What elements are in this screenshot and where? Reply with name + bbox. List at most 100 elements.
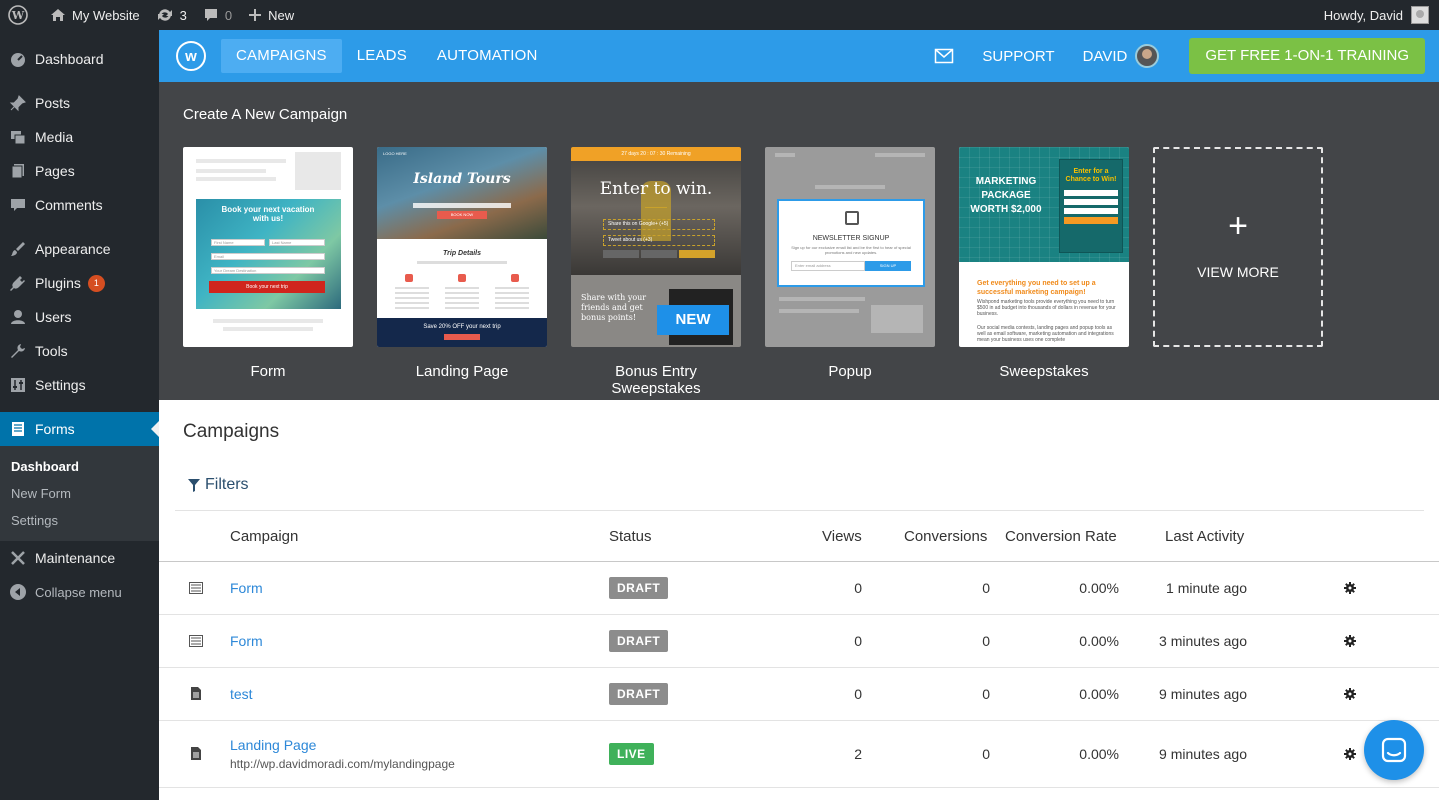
gear-icon[interactable] xyxy=(1344,635,1356,647)
campaign-name-link[interactable]: Landing Page xyxy=(230,737,316,753)
sidebar-item-label: Appearance xyxy=(35,241,111,257)
column-header-status[interactable]: Status xyxy=(609,528,652,545)
column-header-conversion-rate[interactable]: Conversion Rate xyxy=(1005,528,1117,545)
view-more-templates-button[interactable]: + VIEW MORE xyxy=(1153,147,1323,347)
monitor-icon xyxy=(845,211,859,225)
thumb-text: 27 days 20 : 07 : 30 Remaining xyxy=(571,147,741,161)
support-link[interactable]: SUPPORT xyxy=(982,48,1054,65)
thumb-text: Get everything you need to set up a succ… xyxy=(977,280,1096,296)
sidebar-item-label: Dashboard xyxy=(35,51,104,67)
sidebar-item-posts[interactable]: Posts xyxy=(0,86,159,120)
campaign-name-link[interactable]: Form xyxy=(230,633,263,649)
chat-launcher-button[interactable] xyxy=(1364,720,1424,780)
submenu-item-new-form[interactable]: New Form xyxy=(0,481,159,508)
create-campaign-panel: Create A New Campaign Book your next vac… xyxy=(159,82,1439,400)
last-activity-value: 3 minutes ago xyxy=(1159,633,1247,649)
comment-icon xyxy=(8,195,28,215)
thumb-text: Wishpond marketing tools provide everyth… xyxy=(977,299,1116,317)
wordpress-icon: W xyxy=(8,5,28,25)
user-menu[interactable]: DAVID xyxy=(1083,44,1160,68)
template-bonus-entry-sweepstakes[interactable]: 27 days 20 : 07 : 30 Remaining Enter to … xyxy=(571,147,741,397)
filter-icon xyxy=(188,478,200,492)
template-sweepstakes[interactable]: MARKETING PACKAGE WORTH $2,000 Enter for… xyxy=(959,147,1129,380)
tab-campaigns[interactable]: CAMPAIGNS xyxy=(221,39,342,73)
thumb-text: Enter email address xyxy=(791,261,865,271)
sidebar-item-maintenance[interactable]: Maintenance xyxy=(0,541,159,575)
sidebar-item-pages[interactable]: Pages xyxy=(0,154,159,188)
view-more-label: VIEW MORE xyxy=(1197,264,1279,280)
template-form[interactable]: Book your next vacation with us! First N… xyxy=(183,147,353,380)
plugin-logo[interactable]: w xyxy=(176,41,206,71)
account-menu[interactable]: Howdy, David xyxy=(1324,6,1439,24)
column-header-campaign[interactable]: Campaign xyxy=(230,528,298,545)
mail-button[interactable] xyxy=(934,48,954,64)
sidebar-item-label: Settings xyxy=(35,377,86,393)
site-name: My Website xyxy=(72,7,140,23)
thumb-text: Tweet about us (+3) xyxy=(603,235,715,246)
sidebar-item-settings[interactable]: Settings xyxy=(0,368,159,402)
user-icon xyxy=(8,307,28,327)
wordpress-logo-button[interactable]: W xyxy=(0,0,42,30)
sidebar-item-dashboard[interactable]: Dashboard xyxy=(0,42,159,76)
gear-icon[interactable] xyxy=(1344,582,1356,594)
gear-icon[interactable] xyxy=(1344,688,1356,700)
sidebar-item-label: Pages xyxy=(35,163,75,179)
tab-leads[interactable]: LEADS xyxy=(342,39,422,73)
column-header-last-activity[interactable]: Last Activity xyxy=(1165,528,1244,545)
submenu-item-dashboard[interactable]: Dashboard xyxy=(0,454,159,481)
status-badge: DRAFT xyxy=(609,683,669,705)
free-training-button[interactable]: GET FREE 1-ON-1 TRAINING xyxy=(1189,38,1425,74)
plus-icon: + xyxy=(1228,207,1248,245)
template-popup[interactable]: NEWSLETTER SIGNUP Sign up for our exclus… xyxy=(765,147,935,380)
conversions-value: 0 xyxy=(982,746,990,762)
sidebar-item-label: Forms xyxy=(35,421,75,437)
campaign-name-link[interactable]: test xyxy=(230,686,253,702)
sidebar-item-plugins[interactable]: Plugins 1 xyxy=(0,266,159,300)
collapse-menu-button[interactable]: Collapse menu xyxy=(0,575,159,609)
wp-admin-sidebar: Dashboard Posts Media Pages Comments App… xyxy=(0,30,159,800)
sidebar-item-users[interactable]: Users xyxy=(0,300,159,334)
sidebar-item-tools[interactable]: Tools xyxy=(0,334,159,368)
sliders-icon xyxy=(8,375,28,395)
pages-icon xyxy=(8,161,28,181)
plugin-top-nav: w CAMPAIGNS LEADS AUTOMATION SUPPORT DAV… xyxy=(159,30,1439,82)
sidebar-item-label: Plugins xyxy=(35,275,81,291)
template-landing-page[interactable]: LOGO HERE Island Tours BOOK NOW Trip Det… xyxy=(377,147,547,380)
template-label: Form xyxy=(250,363,286,380)
sidebar-item-appearance[interactable]: Appearance xyxy=(0,232,159,266)
sidebar-item-media[interactable]: Media xyxy=(0,120,159,154)
status-badge: DRAFT xyxy=(609,630,669,652)
wrench-icon xyxy=(8,341,28,361)
plug-icon xyxy=(8,273,28,293)
new-content-button[interactable]: New xyxy=(240,0,302,30)
tab-automation[interactable]: AUTOMATION xyxy=(422,39,553,73)
refresh-icon xyxy=(157,9,172,21)
updates-button[interactable]: 3 xyxy=(148,0,195,30)
thumb-text: Your Dream Destination xyxy=(211,267,325,274)
brush-icon xyxy=(8,239,28,259)
sidebar-item-comments[interactable]: Comments xyxy=(0,188,159,222)
column-header-views[interactable]: Views xyxy=(822,528,862,545)
howdy-text: Howdy, David xyxy=(1323,7,1403,23)
sidebar-item-label: Maintenance xyxy=(35,550,116,566)
gear-icon[interactable] xyxy=(1344,748,1356,760)
filters-toggle[interactable]: Filters xyxy=(188,476,249,494)
campaign-url[interactable]: http://wp.davidmoradi.com/mylandingpage xyxy=(230,757,455,771)
avatar xyxy=(1411,6,1429,24)
views-value: 2 xyxy=(854,746,862,762)
tools-icon xyxy=(8,548,28,568)
submenu-item-settings[interactable]: Settings xyxy=(0,508,159,535)
form-row-icon xyxy=(189,582,203,594)
plus-icon xyxy=(249,9,262,21)
svg-text:W: W xyxy=(11,9,25,22)
thumb-text: Enter for a Chance to Win! xyxy=(1065,168,1117,183)
column-header-conversions[interactable]: Conversions xyxy=(904,528,987,545)
sidebar-item-forms[interactable]: Forms xyxy=(0,412,159,446)
divider xyxy=(159,614,1439,615)
collapse-icon xyxy=(8,582,28,602)
campaign-name-link[interactable]: Form xyxy=(230,580,263,596)
site-name-button[interactable]: My Website xyxy=(42,0,148,30)
last-activity-value: 9 minutes ago xyxy=(1159,686,1247,702)
comments-button[interactable]: 0 xyxy=(195,0,240,30)
create-campaign-heading: Create A New Campaign xyxy=(183,106,348,123)
